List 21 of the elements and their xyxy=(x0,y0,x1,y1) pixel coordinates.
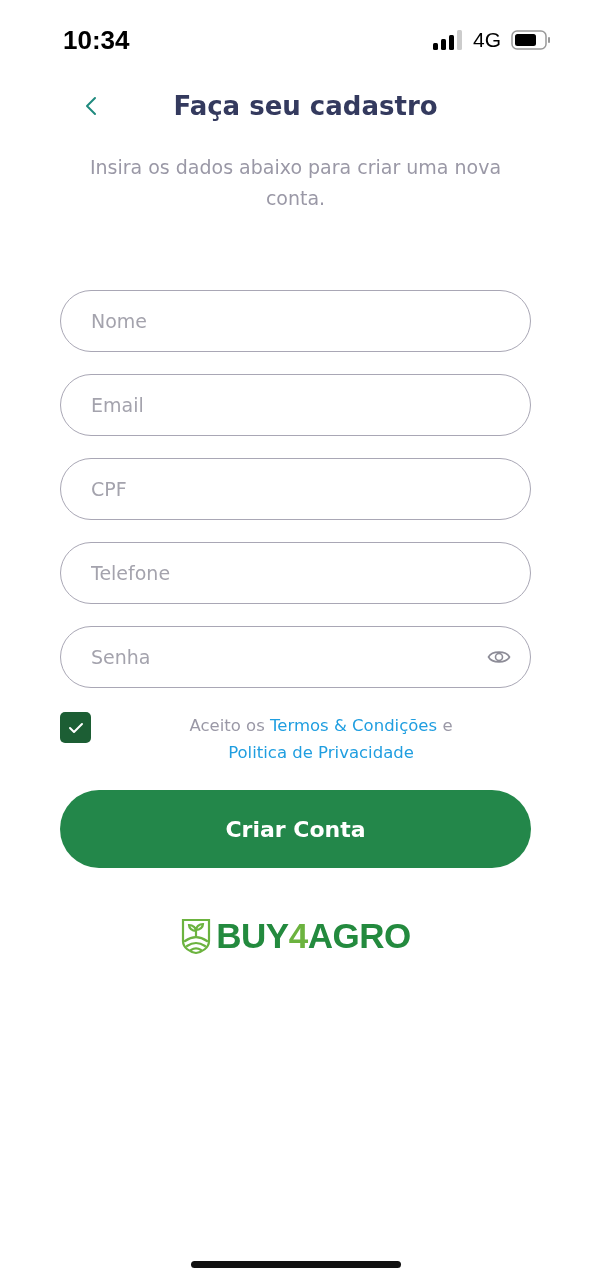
input-field[interactable]: Email xyxy=(60,374,531,436)
create-account-button[interactable]: Criar Conta xyxy=(60,790,531,868)
logo-wordmark-part: AGRO xyxy=(307,916,411,955)
page-title: Faça seu cadastro xyxy=(172,91,439,121)
logo-wordmark-part: BUY xyxy=(216,916,289,955)
terms-link[interactable]: Politica de Privacidade xyxy=(228,743,414,762)
battery-icon xyxy=(511,30,551,50)
network-label: 4G xyxy=(473,28,501,52)
sprout-logo-icon xyxy=(180,917,213,955)
checkbox[interactable] xyxy=(60,712,91,743)
status-time: 10:34 xyxy=(63,24,130,56)
checkmark-icon xyxy=(67,721,84,734)
input-field[interactable]: CPF xyxy=(60,458,531,520)
logo-wordmark-part: 4 xyxy=(288,916,308,955)
signal-icon xyxy=(433,30,463,50)
subtitle: Insira os dados abaixo para criar uma nova conta. xyxy=(88,155,503,211)
terms-text: Aceito os Termos & Condições e Politica de Privacidade xyxy=(188,715,454,764)
input-field[interactable]: Nome xyxy=(60,290,531,352)
password-field[interactable]: Senha xyxy=(60,626,531,688)
terms-link[interactable]: Termos & Condições xyxy=(270,716,438,735)
input-field[interactable]: Telefone xyxy=(60,542,531,604)
